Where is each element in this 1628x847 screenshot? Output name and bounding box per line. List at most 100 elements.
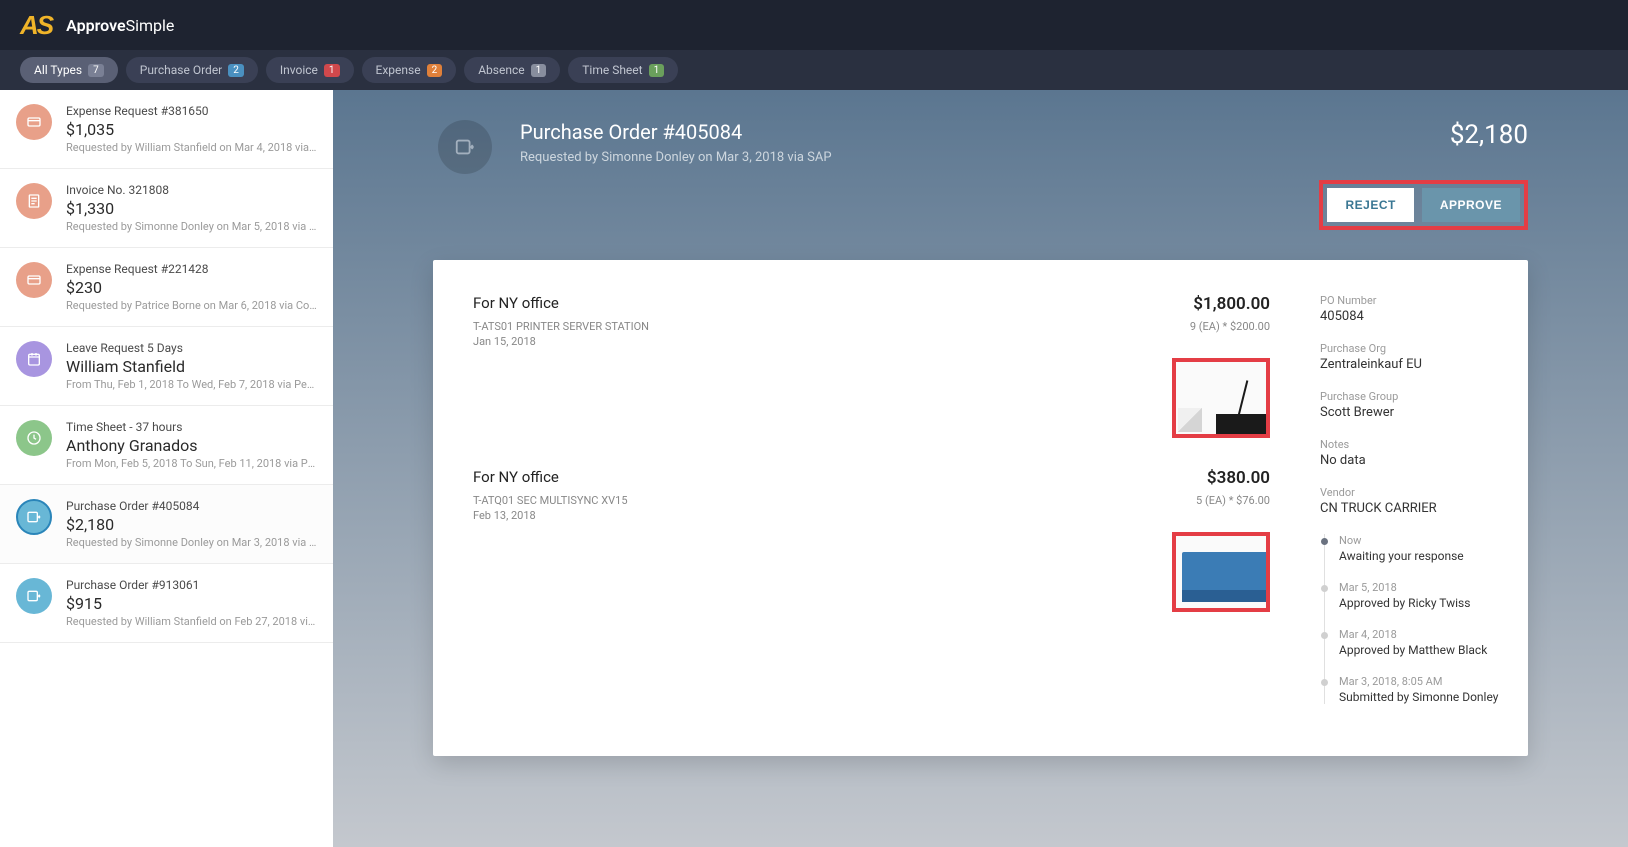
line-price: $1,800.00 [1193,294,1270,314]
detail-amount: $2,180 [1319,120,1528,150]
meta-label: Purchase Group [1320,390,1500,403]
filter-label: Purchase Order [140,63,223,77]
timeline-text: Approved by Matthew Black [1339,643,1500,657]
filter-count-badge: 1 [324,64,340,77]
line-image-highlight [1172,532,1270,612]
line-title: For NY office [473,294,559,312]
line-description: T-ATQ01 SEC MULTISYNC XV15 [473,494,628,507]
filter-count-badge: 1 [531,64,547,77]
brand-mark-icon: AS [20,10,52,41]
line-image-highlight [1172,358,1270,438]
reject-button[interactable]: REJECT [1327,188,1413,222]
meta-value: No data [1320,453,1500,468]
app-header: AS ApproveSimple [0,0,1628,50]
item-amount: $230 [66,278,317,297]
filter-label: Time Sheet [582,63,642,77]
timeline-text: Approved by Ricky Twiss [1339,596,1500,610]
filter-label: Invoice [280,63,318,77]
filter-time-sheet[interactable]: Time Sheet1 [568,57,678,83]
brand: AS ApproveSimple [20,10,174,41]
meta-label: PO Number [1320,294,1500,307]
line-date: Jan 15, 2018 [473,335,1270,348]
item-title: Expense Request #381650 [66,104,317,118]
meta-block: PO Number 405084 [1320,294,1500,324]
filter-all-types[interactable]: All Types 7 [20,57,118,83]
list-item[interactable]: Leave Request 5 DaysWilliam StanfieldFro… [0,327,333,406]
list-item[interactable]: Time Sheet - 37 hours Anthony Granados Fro… [0,406,333,485]
item-meta: Requested by Patrice Borne on Mar 6, 201… [66,299,317,312]
in-icon [16,578,52,614]
item-title: Leave Request 5 Days [66,341,317,355]
card-icon [16,104,52,140]
detail-card: For NY office $1,800.00 T-ATS01 PRINTER SE… [433,260,1528,756]
meta-value: Zentraleinkauf EU [1320,357,1500,372]
list-item[interactable]: Expense Request #381650$1,035Requested b… [0,90,333,169]
item-title: Time Sheet - 37 hours [66,420,317,434]
item-meta: From Thu, Feb 1, 2018 To Wed, Feb 7, 201… [66,378,317,391]
clock-icon [16,420,52,456]
request-list: Expense Request #381650$1,035Requested b… [0,90,333,847]
timeline-item: Mar 4, 2018 Approved by Matthew Black [1339,628,1500,657]
line-quantity: 5 (EA) * $76.00 [1196,494,1270,507]
filter-purchase-order[interactable]: Purchase Order 2 [126,57,258,83]
item-title: Purchase Order #913061 [66,578,317,592]
meta-value: 405084 [1320,309,1500,324]
meta-value: Scott Brewer [1320,405,1500,420]
item-amount: $915 [66,594,317,613]
filter-invoice[interactable]: Invoice 1 [266,57,354,83]
filter-count-badge: 2 [427,64,443,77]
timeline-date: Mar 3, 2018, 8:05 AM [1339,675,1500,688]
meta-block: Vendor CN TRUCK CARRIER [1320,486,1500,516]
item-meta: Requested by William Stanfield on Feb 27… [66,615,317,628]
item-amount: $1,330 [66,199,317,218]
line-quantity: 9 (EA) * $200.00 [1190,320,1270,333]
timeline-item: Mar 5, 2018Approved by Ricky Twiss [1339,581,1500,610]
item-meta: Requested by Simonne Donley on Mar 5, 20… [66,220,317,233]
line-title: For NY office [473,468,559,486]
detail-subtitle: Requested by Simonne Donley on Mar 3, 20… [520,150,1291,165]
timeline-item: Mar 3, 2018, 8:05 AMSubmitted by Simonne… [1339,675,1500,704]
detail-header: Purchase Order #405084 Requested by Simo… [433,120,1528,230]
meta-block: Purchase Group Scott Brewer [1320,390,1500,420]
meta-label: Vendor [1320,486,1500,499]
filter-expense[interactable]: Expense 2 [362,57,457,83]
meta-value: CN TRUCK CARRIER [1320,501,1500,516]
line-item: For NY office $1,800.00 T-ATS01 PRINTER SE… [473,294,1270,438]
filter-absence[interactable]: Absence1 [464,57,560,83]
timeline-item: NowAwaiting your response [1339,534,1500,563]
filter-count-badge: 2 [228,64,244,77]
detail-panel: Purchase Order #405084 Requested by Simo… [333,90,1628,847]
action-buttons-highlight: REJECT APPROVE [1319,180,1528,230]
meta-block: Purchase OrgZentraleinkauf EU [1320,342,1500,372]
approve-button[interactable]: APPROVE [1422,188,1520,222]
list-item[interactable]: Purchase Order #913061 $915 Requested by W… [0,564,333,643]
item-meta: Requested by William Stanfield on Mar 4,… [66,141,317,154]
item-meta: From Mon, Feb 5, 2018 To Sun, Feb 11, 20… [66,457,317,470]
cal-icon [16,341,52,377]
line-price: $380.00 [1207,468,1270,488]
meta-block: Notes No data [1320,438,1500,468]
item-amount: Anthony Granados [66,436,317,455]
filter-bar: All Types 7 Purchase Order 2 Invoice 1 Expense… [0,50,1628,90]
item-amount: $2,180 [66,515,317,534]
meta-label: Notes [1320,438,1500,451]
brand-name: ApproveSimple [66,16,174,35]
line-item: For NY office $380.00 T-ATQ01 SEC MULTISYN… [473,468,1270,612]
line-items: For NY office $1,800.00 T-ATS01 PRINTER SE… [433,260,1310,756]
timeline-date: Now [1339,534,1500,547]
filter-label: All Types [34,63,82,77]
list-item[interactable]: Invoice No. 321808 $1,330 Requested by Sim… [0,169,333,248]
list-item[interactable]: Expense Request #221428$230Requested by … [0,248,333,327]
timeline-date: Mar 4, 2018 [1339,628,1500,641]
line-description: T-ATS01 PRINTER SERVER STATION [473,320,649,333]
line-date: Feb 13, 2018 [473,509,1270,522]
doc-icon [16,183,52,219]
item-title: Invoice No. 321808 [66,183,317,197]
item-meta: Requested by Simonne Donley on Mar 3, 20… [66,536,317,549]
detail-sidebar: PO Number 405084 Purchase OrgZentraleinkau… [1310,260,1528,756]
card-icon [16,262,52,298]
filter-label: Expense [376,63,421,77]
detail-type-icon [438,120,492,174]
filter-count-badge: 7 [88,64,104,77]
list-item[interactable]: Purchase Order #405084$2,180Requested by… [0,485,333,564]
